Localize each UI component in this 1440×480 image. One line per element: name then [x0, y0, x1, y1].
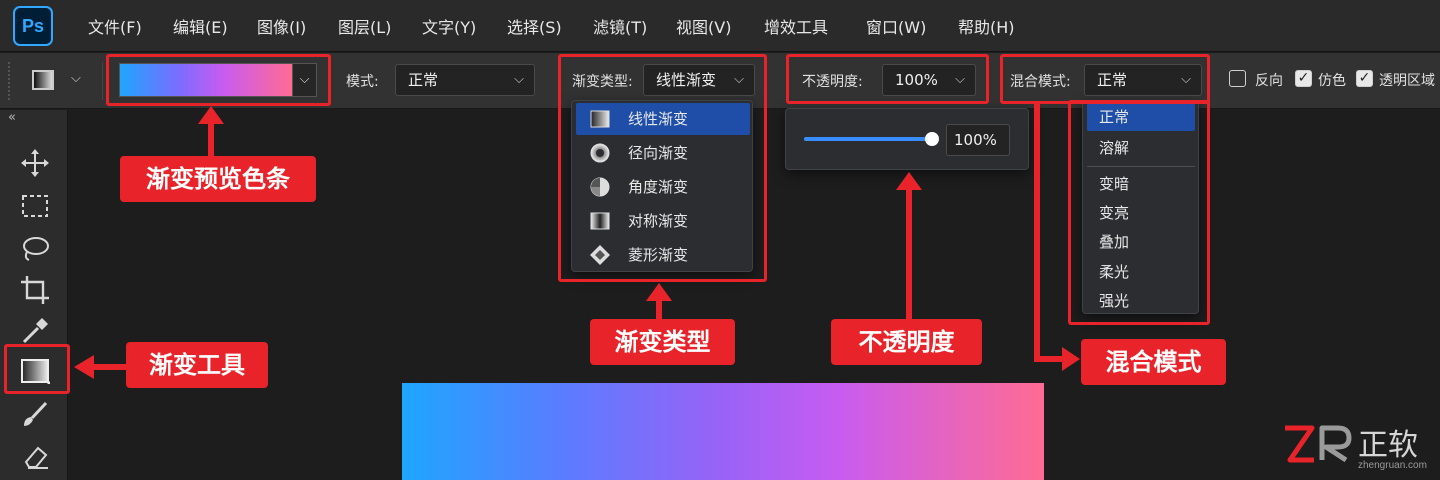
collapse-panel-icon[interactable]: « [8, 110, 16, 125]
reverse-checkbox[interactable] [1229, 70, 1246, 87]
mode-value: 正常 [408, 71, 439, 89]
watermark-url: zhengruan.com [1358, 460, 1427, 471]
opacity-slider-fill [804, 137, 932, 141]
mode-select[interactable]: 正常 ⌵ [395, 64, 535, 96]
highlight-opacity [786, 54, 989, 104]
menu-window[interactable]: 窗口(W) [866, 14, 926, 38]
connector-line [1034, 104, 1040, 362]
divider [102, 62, 103, 100]
menu-help[interactable]: 帮助(H) [958, 14, 1015, 38]
callout-blend-mode: 混合模式 [1081, 339, 1226, 385]
marquee-tool-icon[interactable] [18, 189, 52, 223]
menu-filter[interactable]: 滤镜(T) [593, 14, 647, 38]
arrow-shaft [92, 364, 128, 370]
watermark-brand: 正软 [1358, 428, 1418, 463]
reverse-label: 反向 [1255, 73, 1283, 89]
arrow-left-icon [74, 355, 94, 379]
dither-label: 仿色 [1318, 73, 1346, 89]
opacity-readout[interactable]: 100% [946, 124, 1010, 156]
arrow-up-icon [646, 283, 672, 301]
menu-select[interactable]: 选择(S) [507, 14, 562, 38]
menu-type[interactable]: 文字(Y) [422, 14, 476, 38]
transparency-checkbox[interactable]: ✓ [1356, 70, 1373, 87]
arrow-right-icon [1062, 347, 1080, 371]
connector-line [1034, 356, 1064, 362]
crop-tool-icon[interactable] [18, 273, 52, 307]
mode-label: 模式: [346, 74, 379, 90]
dither-checkbox[interactable]: ✓ [1295, 70, 1312, 87]
highlight-blend-mode-list [1068, 100, 1210, 325]
arrow-shaft [906, 188, 912, 320]
menu-edit[interactable]: 编辑(E) [173, 14, 228, 38]
opacity-slider-thumb[interactable] [925, 132, 939, 146]
menu-layer[interactable]: 图层(L) [338, 14, 391, 38]
menu-plugins[interactable]: 增效工具 [764, 14, 828, 38]
eraser-tool-icon[interactable] [18, 440, 52, 474]
callout-gradient-type: 渐变类型 [590, 319, 735, 365]
callout-gradient-preview: 渐变预览色条 [120, 156, 316, 202]
transparency-label: 透明区域 [1379, 73, 1435, 89]
callout-gradient-tool: 渐变工具 [126, 342, 268, 388]
menu-bar: Ps 文件(F) 编辑(E) 图像(I) 图层(L) 文字(Y) 选择(S) 滤… [0, 0, 1440, 52]
brush-tool-icon[interactable] [18, 398, 52, 432]
arrow-up-icon [198, 106, 224, 124]
arrow-shaft [208, 122, 214, 156]
opacity-slider[interactable] [800, 129, 940, 149]
zr-logo-icon [1285, 425, 1352, 463]
photoshop-logo: Ps [13, 6, 53, 46]
tool-preset-icon[interactable] [32, 70, 54, 90]
menu-file[interactable]: 文件(F) [88, 14, 142, 38]
chevron-down-icon: ⌵ [514, 72, 524, 87]
highlight-gradient-tool [4, 344, 70, 394]
opacity-slider-popup: 100% [785, 108, 1029, 170]
highlight-gradient-preview [106, 54, 331, 106]
callout-opacity: 不透明度 [831, 319, 982, 365]
menu-view[interactable]: 视图(V) [676, 14, 731, 38]
highlight-blend-mode [1000, 54, 1210, 104]
canvas-gradient-preview[interactable] [402, 383, 1044, 480]
highlight-gradient-type [558, 54, 767, 282]
arrow-shaft [656, 298, 662, 320]
lasso-tool-icon[interactable] [18, 232, 52, 266]
options-bar-grip[interactable] [8, 62, 10, 100]
arrow-up-icon [896, 172, 922, 190]
eyedropper-tool-icon[interactable] [18, 314, 52, 348]
move-tool-icon[interactable] [18, 146, 52, 180]
watermark: 正软 zhengruan.com [1282, 420, 1432, 476]
menu-image[interactable]: 图像(I) [257, 14, 306, 38]
tool-preset-chevron-down-icon[interactable]: ⌵ [71, 71, 81, 86]
